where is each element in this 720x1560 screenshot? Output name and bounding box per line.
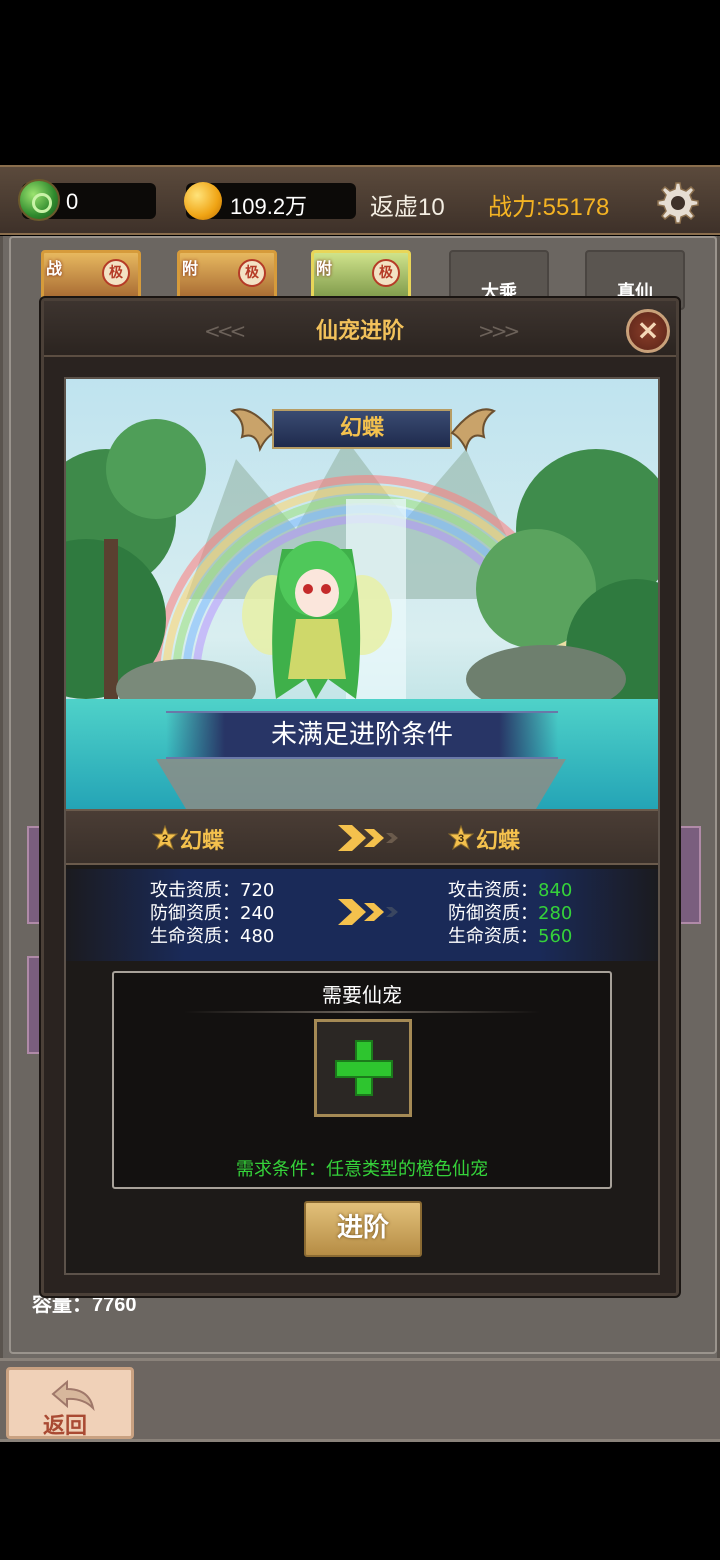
stat-label: 生命资质： xyxy=(150,926,240,947)
stat-line: 攻击资质：720 xyxy=(150,879,274,902)
gold-counter: 109.2万 xyxy=(184,182,356,220)
next-stats: 攻击资质：840 防御资质：280 生命资质：560 xyxy=(448,879,572,948)
rank-seal: 极 xyxy=(238,259,266,287)
next-pet-name: 幻蝶 xyxy=(476,829,521,854)
divider xyxy=(184,1011,540,1013)
advance-status-banner: 未满足进阶条件 xyxy=(166,711,558,759)
wing-ornament-right-icon xyxy=(450,408,496,452)
tab-tag: 战 xyxy=(46,259,63,278)
tab-tag: 附 xyxy=(182,259,199,278)
plus-icon xyxy=(335,1060,393,1078)
tab-tag: 附 xyxy=(316,259,333,278)
current-stars: 2 xyxy=(162,833,168,845)
pet-scene: 幻蝶 未满足进阶条件 xyxy=(66,379,658,809)
gold-value: 109.2万 xyxy=(230,194,308,219)
gold-coin-icon xyxy=(184,182,222,220)
add-pet-slot[interactable] xyxy=(314,1019,412,1117)
rebirth-level: 返虚10 xyxy=(370,194,445,221)
stat-label: 防御资质： xyxy=(448,903,538,924)
stat-value: 240 xyxy=(240,903,275,924)
stat-label: 防御资质： xyxy=(150,903,240,924)
current-pet-name: 幻蝶 xyxy=(180,829,225,854)
rank-seal: 极 xyxy=(372,259,400,287)
star-badge-icon: 2 xyxy=(152,825,178,851)
stat-line: 生命资质：480 xyxy=(150,925,274,948)
next-stars: 3 xyxy=(458,833,464,845)
title-deco-right: >>> xyxy=(478,319,520,343)
upgrade-arrow-icon xyxy=(338,899,398,925)
jade-icon xyxy=(18,179,60,221)
resource-bar: 0 109.2万 返虚10 战力:55178 xyxy=(0,165,720,235)
screen: 0 109.2万 返虚10 战力:55178 战 极 附 极 附 极 大乘 真仙… xyxy=(0,0,720,1560)
bottom-bar: 返回 xyxy=(0,1358,720,1442)
pet-advance-dialog: <<< 仙宠进阶 >>> × 幻蝶 未满足进阶条件 2 幻蝶 3 幻蝶 攻击资质… xyxy=(41,298,679,1296)
dialog-title-bar: <<< 仙宠进阶 >>> × xyxy=(44,301,676,357)
stat-value: 480 xyxy=(240,926,275,947)
stat-line: 防御资质：280 xyxy=(448,902,572,925)
jade-counter: 0 xyxy=(18,179,156,221)
stat-label: 生命资质： xyxy=(448,926,538,947)
dialog-body: 幻蝶 未满足进阶条件 2 幻蝶 3 幻蝶 攻击资质：720 防御资质：240 生… xyxy=(64,377,660,1275)
stat-value-new: 560 xyxy=(538,926,573,947)
pet-list-card[interactable] xyxy=(679,826,701,924)
upgrade-arrow-icon xyxy=(338,825,398,851)
gear-icon[interactable] xyxy=(656,181,700,225)
stats-compare-row: 攻击资质：720 防御资质：240 生命资质：480 攻击资质：840 防御资质… xyxy=(66,869,658,961)
rank-seal: 极 xyxy=(102,259,130,287)
stat-label: 攻击资质： xyxy=(150,880,240,901)
stat-label: 攻击资质： xyxy=(448,880,538,901)
stat-line: 生命资质：560 xyxy=(448,925,572,948)
stat-line: 防御资质：240 xyxy=(150,902,274,925)
pet-name-banner: 幻蝶 xyxy=(272,409,452,449)
advance-button[interactable]: 进阶 xyxy=(304,1201,422,1257)
back-label: 返回 xyxy=(43,1413,88,1439)
stat-line: 攻击资质：840 xyxy=(448,879,572,902)
current-stats: 攻击资质：720 防御资质：240 生命资质：480 xyxy=(150,879,274,948)
dialog-title: 仙宠进阶 xyxy=(315,319,404,344)
stat-value: 720 xyxy=(240,880,275,901)
star-badge-icon: 3 xyxy=(448,825,474,851)
name-compare-row: 2 幻蝶 3 幻蝶 xyxy=(66,809,658,865)
close-button[interactable]: × xyxy=(626,309,670,353)
combat-power: 战力:55178 xyxy=(488,194,610,221)
wing-ornament-left-icon xyxy=(230,408,276,452)
requirement-box: 需要仙宠 需求条件：任意类型的橙色仙宠 xyxy=(112,971,612,1189)
back-button[interactable]: 返回 xyxy=(6,1367,134,1439)
stat-value-new: 280 xyxy=(538,903,573,924)
jade-value: 0 xyxy=(66,189,79,214)
requirement-title: 需要仙宠 xyxy=(322,983,402,1007)
requirement-condition: 需求条件：任意类型的橙色仙宠 xyxy=(236,1159,488,1180)
stat-value-new: 840 xyxy=(538,880,573,901)
